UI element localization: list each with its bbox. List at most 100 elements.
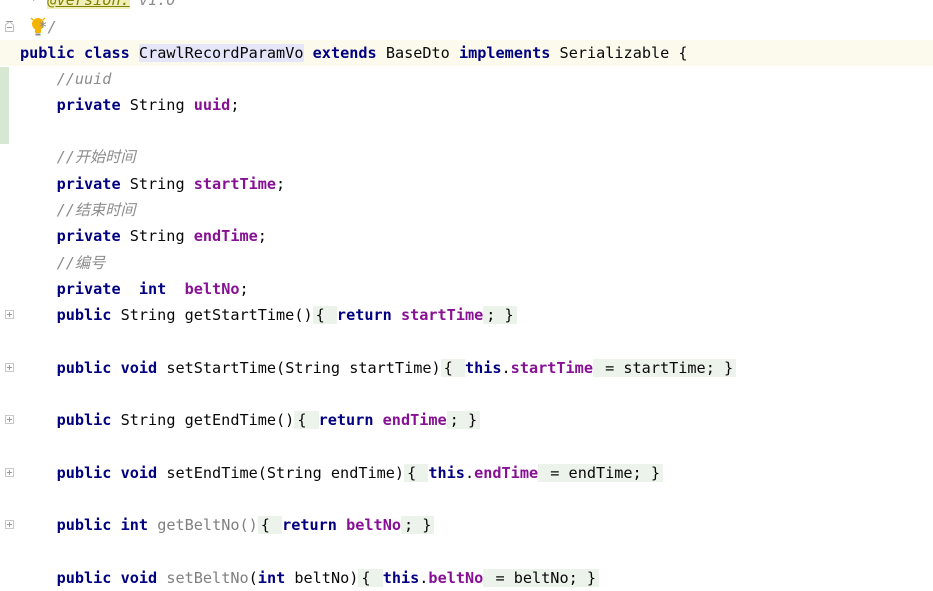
code-token: ; xyxy=(276,175,286,193)
code-token: String xyxy=(120,96,194,114)
code-token: @version: xyxy=(47,0,130,9)
code-line[interactable]: //结束时间 xyxy=(20,197,933,223)
code-token: Serializable { xyxy=(550,44,688,62)
code-token: this xyxy=(428,464,465,482)
code-token: String xyxy=(120,227,194,245)
code-token: int xyxy=(138,280,167,298)
code-line[interactable]: public int getBeltNo(){ return beltNo; } xyxy=(20,512,933,538)
code-token: ; xyxy=(239,280,249,298)
code-line[interactable]: //编号 xyxy=(20,250,933,276)
code-token: //编号 xyxy=(20,254,106,272)
code-token: private xyxy=(56,175,121,193)
code-line[interactable]: public String getEndTime(){ return endTi… xyxy=(20,407,933,433)
code-line[interactable] xyxy=(20,118,933,144)
code-line[interactable] xyxy=(20,486,933,512)
code-line[interactable]: private String endTime; xyxy=(20,223,933,249)
code-token: */ xyxy=(38,18,57,36)
code-token: class xyxy=(84,44,130,62)
code-token: beltNo xyxy=(346,516,401,534)
folded-region[interactable]: { xyxy=(312,306,337,324)
code-token: endTime xyxy=(193,227,258,245)
code-line[interactable]: */ xyxy=(20,14,933,40)
code-token: return xyxy=(336,306,392,324)
folded-region[interactable]: ; } xyxy=(401,516,435,534)
fold-marker-collapsed-icon[interactable] xyxy=(5,468,14,477)
code-line[interactable]: private int beltNo; xyxy=(20,276,933,302)
code-token: setEndTime(String endTime) xyxy=(157,464,405,482)
folded-region[interactable]: = endTime; } xyxy=(538,464,663,482)
folded-region[interactable]: = beltNo; } xyxy=(483,569,600,587)
fold-marker-collapsed-icon[interactable] xyxy=(5,520,14,529)
code-token: int xyxy=(120,516,149,534)
code-token: void xyxy=(120,359,158,377)
code-token: BaseDto xyxy=(376,44,459,62)
code-token: //结束时间 xyxy=(20,201,136,219)
code-token: String xyxy=(120,175,194,193)
code-token: public xyxy=(20,44,75,62)
code-token: uuid xyxy=(193,96,231,114)
code-token: void xyxy=(120,464,158,482)
code-token: String getEndTime() xyxy=(111,411,295,429)
code-token: public xyxy=(56,411,112,429)
code-line[interactable]: public void setEndTime(String endTime){ … xyxy=(20,460,933,486)
code-token: getBeltNo() xyxy=(157,516,258,534)
code-token: startTime xyxy=(510,359,593,377)
code-line[interactable]: //uuid xyxy=(20,66,933,92)
folded-region[interactable]: { xyxy=(440,359,465,377)
fold-marker-collapsed-icon[interactable] xyxy=(5,363,14,372)
fold-marker-collapsed-icon[interactable] xyxy=(5,415,14,424)
code-token: v1.0 xyxy=(129,0,176,9)
folded-region[interactable]: ; } xyxy=(483,306,517,324)
code-line[interactable]: public void setStartTime(String startTim… xyxy=(20,355,933,381)
code-token: int xyxy=(257,569,286,587)
vcs-change-marker[interactable] xyxy=(0,67,9,144)
editor-gutter[interactable] xyxy=(0,0,16,577)
fold-marker-open-icon[interactable] xyxy=(5,18,14,32)
code-line[interactable]: private String uuid; xyxy=(20,92,933,118)
code-line[interactable]: //开始时间 xyxy=(20,144,933,170)
code-token: String getStartTime() xyxy=(111,306,313,324)
code-token: public xyxy=(56,306,112,324)
folded-region[interactable]: = startTime; } xyxy=(592,359,737,377)
fold-marker-collapsed-icon[interactable] xyxy=(5,310,14,319)
code-token: extends xyxy=(312,44,377,62)
code-line[interactable]: public String getStartTime(){ return sta… xyxy=(20,302,933,328)
code-token: setBeltNo xyxy=(166,569,249,587)
folded-region[interactable]: { xyxy=(358,569,383,587)
code-line[interactable] xyxy=(20,434,933,460)
code-line[interactable] xyxy=(20,381,933,407)
code-token: return xyxy=(318,411,374,429)
code-line[interactable]: * @version: v1.0 xyxy=(20,0,933,13)
code-token: ; xyxy=(230,96,240,114)
code-token: ( xyxy=(248,569,258,587)
code-line[interactable] xyxy=(20,329,933,355)
code-token: this xyxy=(464,359,502,377)
folded-region[interactable]: { xyxy=(257,516,283,534)
folded-region[interactable]: ; } xyxy=(446,411,481,429)
code-token: this xyxy=(382,569,420,587)
folded-region[interactable]: { xyxy=(294,411,319,429)
code-token: beltNo xyxy=(184,280,240,298)
code-line[interactable]: private String startTime; xyxy=(20,171,933,197)
code-token: ; xyxy=(257,227,267,245)
code-token: public xyxy=(56,569,112,587)
code-token: public xyxy=(56,359,112,377)
code-line[interactable]: public class CrawlRecordParamVo extends … xyxy=(0,40,933,66)
code-line[interactable]: public void setBeltNo(int beltNo){ this.… xyxy=(20,565,933,591)
code-line[interactable] xyxy=(20,539,933,565)
folded-region[interactable]: { xyxy=(404,464,429,482)
code-token: implements xyxy=(458,44,551,62)
